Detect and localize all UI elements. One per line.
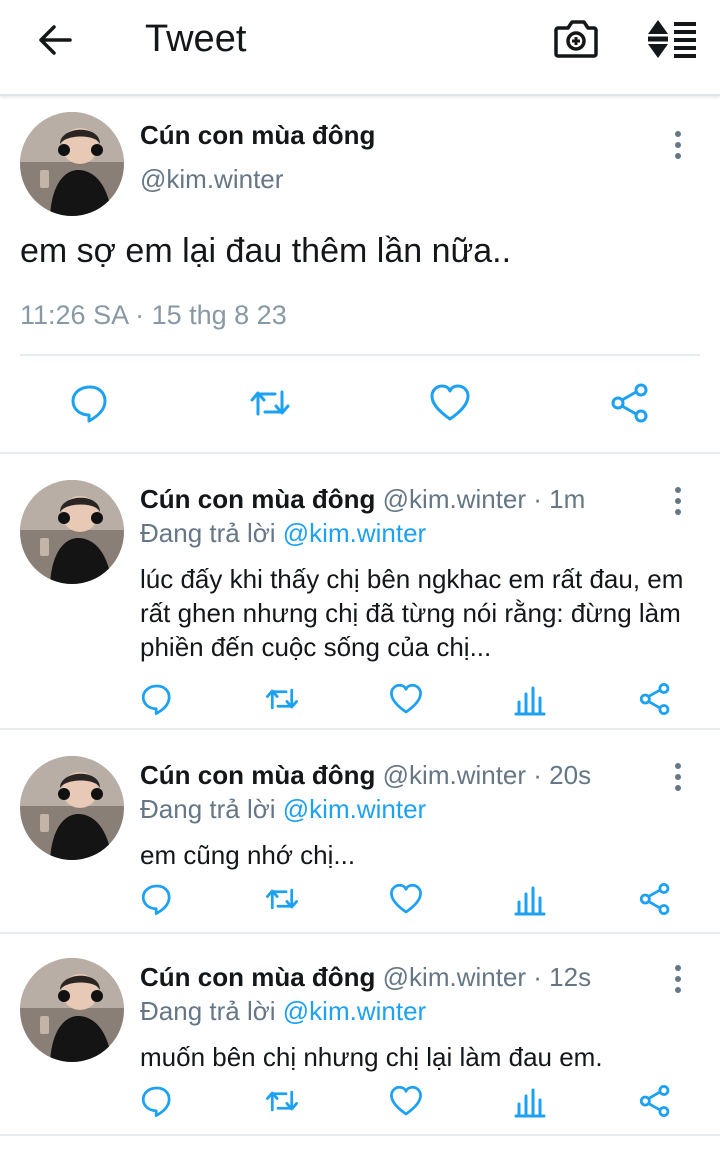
retweet-icon[interactable] bbox=[265, 882, 299, 916]
reply-tweet[interactable]: Cún con mùa đông @kim.winter · 12s Đang … bbox=[0, 934, 720, 1136]
reply-icon[interactable] bbox=[69, 382, 111, 424]
avatar[interactable] bbox=[20, 112, 124, 216]
retweet-icon[interactable] bbox=[249, 382, 291, 424]
reply-header: Cún con mùa đông @kim.winter · 20s bbox=[140, 760, 591, 791]
display-name[interactable]: Cún con mùa đông bbox=[140, 120, 375, 151]
tweet-timestamp: 11:26 SA · 15 thg 8 23 bbox=[20, 300, 287, 330]
more-options-icon[interactable] bbox=[664, 964, 692, 994]
mention-link[interactable]: @kim.winter bbox=[283, 996, 426, 1026]
user-handle[interactable]: @kim.winter bbox=[140, 164, 283, 195]
reply-text: muốn bên chị nhưng chị lại làm đau em. bbox=[140, 1042, 603, 1072]
reply-header: Cún con mùa đông @kim.winter · 1m bbox=[140, 484, 585, 515]
like-icon[interactable] bbox=[389, 882, 423, 916]
reply-tweet[interactable]: Cún con mùa đông @kim.winter · 20s Đang … bbox=[0, 732, 720, 934]
display-name[interactable]: Cún con mùa đông bbox=[140, 484, 375, 514]
reply-text: lúc đấy khi thấy chị bên ngkhac em rất đ… bbox=[140, 564, 684, 662]
sort-list-icon[interactable] bbox=[644, 16, 698, 62]
top-bar: Tweet bbox=[0, 0, 720, 96]
like-icon[interactable] bbox=[389, 1084, 423, 1118]
mention-link[interactable]: @kim.winter bbox=[283, 794, 426, 824]
reply-icon[interactable] bbox=[140, 882, 174, 916]
replying-to: Đang trả lời @kim.winter bbox=[140, 996, 426, 1027]
analytics-icon[interactable] bbox=[514, 1084, 548, 1118]
share-icon[interactable] bbox=[609, 382, 651, 424]
share-icon[interactable] bbox=[638, 682, 672, 716]
reply-tweet[interactable]: Cún con mùa đông @kim.winter · 1m Đang t… bbox=[0, 456, 720, 730]
replying-to: Đang trả lời @kim.winter bbox=[140, 794, 426, 825]
mention-link[interactable]: @kim.winter bbox=[283, 518, 426, 548]
reply-icon[interactable] bbox=[140, 1084, 174, 1118]
divider bbox=[20, 354, 700, 356]
replying-to: Đang trả lời @kim.winter bbox=[140, 518, 426, 549]
more-options-icon[interactable] bbox=[664, 130, 692, 160]
avatar[interactable] bbox=[20, 480, 124, 584]
camera-add-icon[interactable] bbox=[552, 16, 600, 62]
display-name[interactable]: Cún con mùa đông bbox=[140, 962, 375, 992]
display-name[interactable]: Cún con mùa đông bbox=[140, 760, 375, 790]
like-icon[interactable] bbox=[429, 382, 471, 424]
avatar[interactable] bbox=[20, 958, 124, 1062]
main-tweet: Cún con mùa đông @kim.winter em sợ em lạ… bbox=[0, 98, 720, 454]
tweet-text: em sợ em lại đau thêm lần nữa.. bbox=[20, 232, 512, 270]
analytics-icon[interactable] bbox=[514, 882, 548, 916]
share-icon[interactable] bbox=[638, 1084, 672, 1118]
handle-and-time: @kim.winter · 1m bbox=[375, 484, 586, 514]
back-arrow-icon[interactable] bbox=[34, 18, 78, 62]
analytics-icon[interactable] bbox=[514, 682, 548, 716]
handle-and-time: @kim.winter · 12s bbox=[375, 962, 592, 992]
avatar[interactable] bbox=[20, 756, 124, 860]
retweet-icon[interactable] bbox=[265, 682, 299, 716]
more-options-icon[interactable] bbox=[664, 762, 692, 792]
replying-prefix: Đang trả lời bbox=[140, 518, 283, 548]
more-options-icon[interactable] bbox=[664, 486, 692, 516]
reply-icon[interactable] bbox=[140, 682, 174, 716]
reply-text: em cũng nhớ chị... bbox=[140, 840, 356, 870]
page-title: Tweet bbox=[145, 18, 247, 60]
retweet-icon[interactable] bbox=[265, 1084, 299, 1118]
share-icon[interactable] bbox=[638, 882, 672, 916]
replying-prefix: Đang trả lời bbox=[140, 794, 283, 824]
replying-prefix: Đang trả lời bbox=[140, 996, 283, 1026]
reply-header: Cún con mùa đông @kim.winter · 12s bbox=[140, 962, 591, 993]
like-icon[interactable] bbox=[389, 682, 423, 716]
handle-and-time: @kim.winter · 20s bbox=[375, 760, 592, 790]
